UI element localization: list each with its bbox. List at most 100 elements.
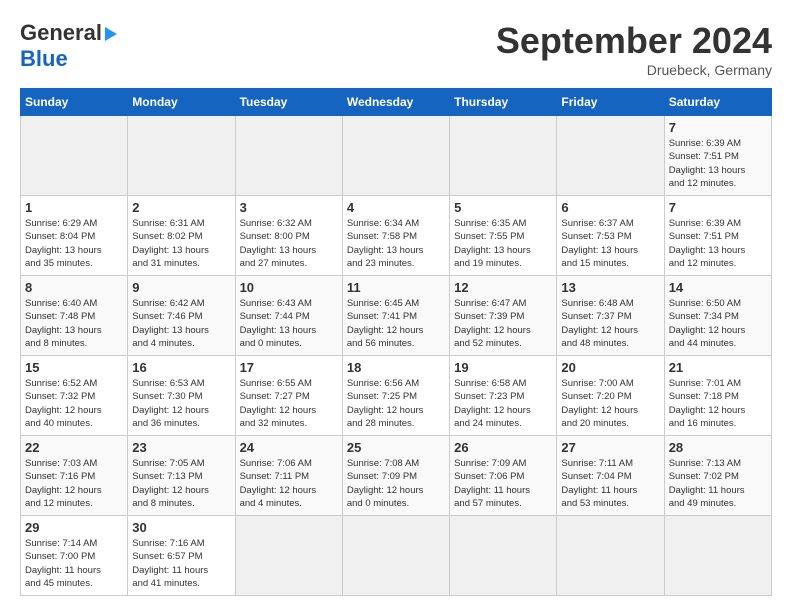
cell-details: Sunrise: 6:39 AMSunset: 7:51 PMDaylight:… <box>669 137 767 190</box>
cell-details: Sunrise: 6:39 AMSunset: 7:51 PMDaylight:… <box>669 217 767 270</box>
calendar-cell: 12Sunrise: 6:47 AMSunset: 7:39 PMDayligh… <box>450 276 557 356</box>
calendar-cell: 26Sunrise: 7:09 AMSunset: 7:06 PMDayligh… <box>450 436 557 516</box>
cell-details: Sunrise: 6:35 AMSunset: 7:55 PMDaylight:… <box>454 217 552 270</box>
day-number: 16 <box>132 360 230 375</box>
cell-details: Sunrise: 6:58 AMSunset: 7:23 PMDaylight:… <box>454 377 552 430</box>
calendar-cell: 3Sunrise: 6:32 AMSunset: 8:00 PMDaylight… <box>235 196 342 276</box>
cell-details: Sunrise: 7:05 AMSunset: 7:13 PMDaylight:… <box>132 457 230 510</box>
cell-details: Sunrise: 6:42 AMSunset: 7:46 PMDaylight:… <box>132 297 230 350</box>
day-number: 20 <box>561 360 659 375</box>
calendar-cell: 24Sunrise: 7:06 AMSunset: 7:11 PMDayligh… <box>235 436 342 516</box>
cell-details: Sunrise: 7:14 AMSunset: 7:00 PMDaylight:… <box>25 537 123 590</box>
day-number: 2 <box>132 200 230 215</box>
week-row: 22 Sunrise: 7:03 AMSunset: 7:16 PMDayligh… <box>21 436 772 516</box>
cell-details: Sunrise: 7:00 AMSunset: 7:20 PMDaylight:… <box>561 377 659 430</box>
day-number: 11 <box>347 280 445 295</box>
calendar-cell: 21Sunrise: 7:01 AMSunset: 7:18 PMDayligh… <box>664 356 771 436</box>
cell-details: Sunrise: 6:45 AMSunset: 7:41 PMDaylight:… <box>347 297 445 350</box>
calendar-cell <box>450 516 557 596</box>
calendar-cell: 28 Sunrise: 7:13 AMSunset: 7:02 PMDayligh… <box>664 436 771 516</box>
calendar-cell: 18 Sunrise: 6:56 AMSunset: 7:25 PMDayligh… <box>342 356 449 436</box>
calendar-cell <box>450 116 557 196</box>
week-row: 7 Sunrise: 6:39 AMSunset: 7:51 PMDaylight… <box>21 116 772 196</box>
calendar-header: SundayMondayTuesdayWednesdayThursdayFrid… <box>21 89 772 116</box>
day-number: 15 <box>25 360 123 375</box>
calendar-cell: 6 Sunrise: 6:37 AMSunset: 7:53 PMDaylight… <box>557 196 664 276</box>
cell-details: Sunrise: 6:52 AMSunset: 7:32 PMDaylight:… <box>25 377 123 430</box>
location: Druebeck, Germany <box>496 62 772 78</box>
header-cell-monday: Monday <box>128 89 235 116</box>
calendar-cell: 30 Sunrise: 7:16 AMSunset: 6:57 PMDayligh… <box>128 516 235 596</box>
cell-details: Sunrise: 7:06 AMSunset: 7:11 PMDaylight:… <box>240 457 338 510</box>
day-number: 9 <box>132 280 230 295</box>
cell-details: Sunrise: 6:47 AMSunset: 7:39 PMDaylight:… <box>454 297 552 350</box>
calendar-cell: 19 Sunrise: 6:58 AMSunset: 7:23 PMDayligh… <box>450 356 557 436</box>
day-number: 13 <box>561 280 659 295</box>
day-number: 18 <box>347 360 445 375</box>
calendar-cell: 7 Sunrise: 6:39 AMSunset: 7:51 PMDaylight… <box>664 196 771 276</box>
calendar-cell: 17Sunrise: 6:55 AMSunset: 7:27 PMDayligh… <box>235 356 342 436</box>
day-number: 17 <box>240 360 338 375</box>
month-title: September 2024 <box>496 20 772 62</box>
header-cell-saturday: Saturday <box>664 89 771 116</box>
day-number: 3 <box>240 200 338 215</box>
day-number: 8 <box>25 280 123 295</box>
calendar-cell <box>21 116 128 196</box>
calendar-cell <box>235 116 342 196</box>
day-number: 4 <box>347 200 445 215</box>
day-number: 7 <box>669 200 767 215</box>
calendar-cell: 11 Sunrise: 6:45 AMSunset: 7:41 PMDayligh… <box>342 276 449 356</box>
cell-details: Sunrise: 7:03 AMSunset: 7:16 PMDaylight:… <box>25 457 123 510</box>
cell-details: Sunrise: 6:31 AMSunset: 8:02 PMDaylight:… <box>132 217 230 270</box>
day-number: 7 <box>669 120 767 135</box>
cell-details: Sunrise: 7:16 AMSunset: 6:57 PMDaylight:… <box>132 537 230 590</box>
calendar-cell <box>235 516 342 596</box>
cell-details: Sunrise: 6:43 AMSunset: 7:44 PMDaylight:… <box>240 297 338 350</box>
day-number: 28 <box>669 440 767 455</box>
day-number: 1 <box>25 200 123 215</box>
logo-general: General <box>20 20 102 46</box>
calendar-cell: 4 Sunrise: 6:34 AMSunset: 7:58 PMDaylight… <box>342 196 449 276</box>
week-row: 15 Sunrise: 6:52 AMSunset: 7:32 PMDayligh… <box>21 356 772 436</box>
day-number: 22 <box>25 440 123 455</box>
cell-details: Sunrise: 7:13 AMSunset: 7:02 PMDaylight:… <box>669 457 767 510</box>
header-cell-friday: Friday <box>557 89 664 116</box>
cell-details: Sunrise: 6:48 AMSunset: 7:37 PMDaylight:… <box>561 297 659 350</box>
cell-details: Sunrise: 7:11 AMSunset: 7:04 PMDaylight:… <box>561 457 659 510</box>
day-number: 30 <box>132 520 230 535</box>
page-header: General Blue September 2024 Druebeck, Ge… <box>20 20 772 78</box>
header-cell-wednesday: Wednesday <box>342 89 449 116</box>
calendar-cell: 16Sunrise: 6:53 AMSunset: 7:30 PMDayligh… <box>128 356 235 436</box>
cell-details: Sunrise: 6:56 AMSunset: 7:25 PMDaylight:… <box>347 377 445 430</box>
day-number: 19 <box>454 360 552 375</box>
header-cell-sunday: Sunday <box>21 89 128 116</box>
header-cell-tuesday: Tuesday <box>235 89 342 116</box>
day-number: 10 <box>240 280 338 295</box>
cell-details: Sunrise: 6:40 AMSunset: 7:48 PMDaylight:… <box>25 297 123 350</box>
calendar-cell <box>342 116 449 196</box>
calendar-cell: 9 Sunrise: 6:42 AMSunset: 7:46 PMDaylight… <box>128 276 235 356</box>
calendar-cell: 20 Sunrise: 7:00 AMSunset: 7:20 PMDayligh… <box>557 356 664 436</box>
day-number: 23 <box>132 440 230 455</box>
cell-details: Sunrise: 6:37 AMSunset: 7:53 PMDaylight:… <box>561 217 659 270</box>
calendar-cell: 14Sunrise: 6:50 AMSunset: 7:34 PMDayligh… <box>664 276 771 356</box>
logo: General Blue <box>20 20 117 72</box>
calendar-cell <box>128 116 235 196</box>
cell-details: Sunrise: 6:50 AMSunset: 7:34 PMDaylight:… <box>669 297 767 350</box>
day-number: 6 <box>561 200 659 215</box>
day-number: 25 <box>347 440 445 455</box>
calendar-cell: 5 Sunrise: 6:35 AMSunset: 7:55 PMDaylight… <box>450 196 557 276</box>
day-number: 21 <box>669 360 767 375</box>
calendar-cell: 25Sunrise: 7:08 AMSunset: 7:09 PMDayligh… <box>342 436 449 516</box>
calendar-cell: 1Sunrise: 6:29 AMSunset: 8:04 PMDaylight… <box>21 196 128 276</box>
calendar-cell: 7 Sunrise: 6:39 AMSunset: 7:51 PMDaylight… <box>664 116 771 196</box>
calendar-cell: 29 Sunrise: 7:14 AMSunset: 7:00 PMDayligh… <box>21 516 128 596</box>
cell-details: Sunrise: 6:34 AMSunset: 7:58 PMDaylight:… <box>347 217 445 270</box>
day-number: 29 <box>25 520 123 535</box>
calendar-body: 7 Sunrise: 6:39 AMSunset: 7:51 PMDaylight… <box>21 116 772 596</box>
calendar-cell: 27Sunrise: 7:11 AMSunset: 7:04 PMDayligh… <box>557 436 664 516</box>
day-number: 5 <box>454 200 552 215</box>
calendar-cell: 15 Sunrise: 6:52 AMSunset: 7:32 PMDayligh… <box>21 356 128 436</box>
logo-blue: Blue <box>20 46 68 71</box>
cell-details: Sunrise: 7:09 AMSunset: 7:06 PMDaylight:… <box>454 457 552 510</box>
